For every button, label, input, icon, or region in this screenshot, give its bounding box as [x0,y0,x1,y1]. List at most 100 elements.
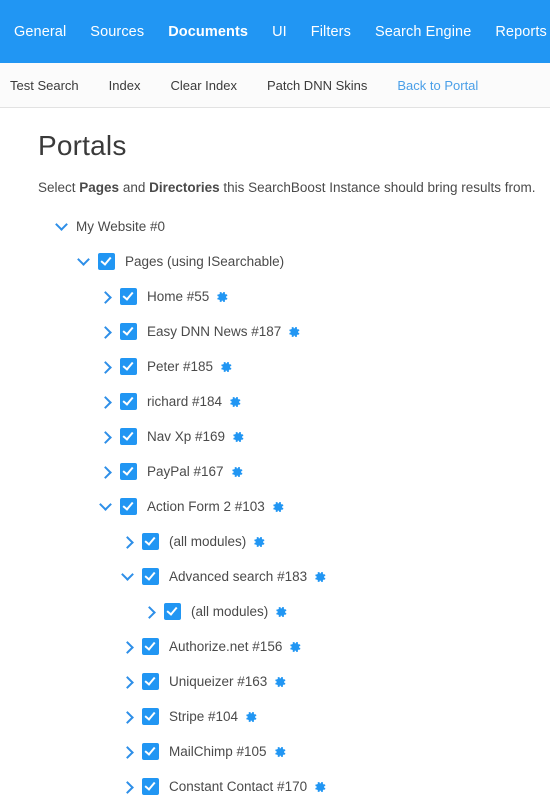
tree-node[interactable]: Pages (using ISearchable) [38,244,532,279]
tree-node-label: Constant Contact #170 [169,779,308,794]
chevron-right-icon[interactable] [100,465,114,479]
chevron-right-icon[interactable] [144,605,158,619]
tree-node-checkbox[interactable] [98,253,115,270]
chevron-down-icon[interactable] [56,220,70,234]
nav-item-ui[interactable]: UI [272,24,287,40]
nav-item-reports[interactable]: Reports [495,24,546,40]
tree-node-label: (all modules) [169,534,247,549]
tree-node-label: richard #184 [147,394,223,409]
tree-node-label: Stripe #104 [169,709,239,724]
tree-node-checkbox[interactable] [164,603,181,620]
tree-node-label: Easy DNN News #187 [147,324,282,339]
toolbar-item-clear-index[interactable]: Clear Index [170,78,236,93]
tree-node-label: Pages (using ISearchable) [125,254,285,269]
gear-icon[interactable] [273,745,287,759]
tree-node-checkbox[interactable] [142,673,159,690]
tree-node[interactable]: Action Form 2 #103 [38,489,532,524]
tree-node-label: Peter #185 [147,359,214,374]
chevron-right-icon[interactable] [122,745,136,759]
gear-icon[interactable] [287,325,301,339]
chevron-right-icon[interactable] [122,780,136,794]
tree-node-label: Uniqueizer #163 [169,674,268,689]
gear-icon[interactable] [215,290,229,304]
tree-node-checkbox[interactable] [142,708,159,725]
tree-node-label: MailChimp #105 [169,744,267,759]
tree-node-checkbox[interactable] [142,533,159,550]
tree-node-label: PayPal #167 [147,464,224,479]
tree-node[interactable]: Stripe #104 [38,699,532,734]
gear-icon[interactable] [219,360,233,374]
nav-item-search-engine[interactable]: Search Engine [375,24,471,40]
chevron-right-icon[interactable] [122,675,136,689]
tree-node-checkbox[interactable] [142,778,159,795]
tree-node-checkbox[interactable] [142,568,159,585]
tree-node-checkbox[interactable] [120,428,137,445]
tree-node-checkbox[interactable] [120,393,137,410]
gear-icon[interactable] [228,395,242,409]
tree-node-label: Authorize.net #156 [169,639,283,654]
chevron-right-icon[interactable] [122,640,136,654]
tree-node-checkbox[interactable] [120,358,137,375]
nav-item-general[interactable]: General [14,24,66,40]
tree-node-checkbox[interactable] [120,463,137,480]
page-description-part: Select [38,180,80,195]
chevron-right-icon[interactable] [100,325,114,339]
nav-item-filters[interactable]: Filters [311,24,351,40]
gear-icon[interactable] [274,605,288,619]
gear-icon[interactable] [273,675,287,689]
page-description-part: this SearchBoost Instance should bring r… [219,180,536,195]
content-area: Portals Select Pages and Directories thi… [0,108,550,804]
page-description-part: Directories [149,180,220,195]
tree-node[interactable]: Peter #185 [38,349,532,384]
chevron-down-icon[interactable] [122,570,136,584]
chevron-right-icon[interactable] [100,395,114,409]
tree-node[interactable]: Home #55 [38,279,532,314]
gear-icon[interactable] [244,710,258,724]
gear-icon[interactable] [231,430,245,444]
gear-icon[interactable] [252,535,266,549]
toolbar-item-patch-dnn-skins[interactable]: Patch DNN Skins [267,78,367,93]
tree-node[interactable]: Advanced search #183 [38,559,532,594]
chevron-down-icon[interactable] [78,255,92,269]
gear-icon[interactable] [313,570,327,584]
tree-node-label: Home #55 [147,289,210,304]
primary-navbar: General Sources Documents UI Filters Search E… [0,0,550,63]
tree-node[interactable]: richard #184 [38,384,532,419]
tree-node-checkbox[interactable] [120,288,137,305]
tree-node[interactable]: (all modules) [38,594,532,629]
tree-node[interactable]: Nav Xp #169 [38,419,532,454]
nav-item-documents[interactable]: Documents [168,24,248,40]
chevron-down-icon[interactable] [100,500,114,514]
portals-tree: My Website #0 Pages (using ISearchable) Ho… [38,209,532,804]
tree-node-checkbox[interactable] [142,638,159,655]
gear-icon[interactable] [271,500,285,514]
chevron-right-icon[interactable] [122,535,136,549]
chevron-right-icon[interactable] [100,360,114,374]
tree-node[interactable]: Authorize.net #156 [38,629,532,664]
gear-icon[interactable] [313,780,327,794]
tree-node[interactable]: My Website #0 [38,209,532,244]
page-description-part: and [119,180,150,195]
tree-node-checkbox[interactable] [120,323,137,340]
toolbar-item-back-to-portal[interactable]: Back to Portal [397,78,478,93]
tree-node[interactable]: Uniqueizer #163 [38,664,532,699]
toolbar-item-index[interactable]: Index [109,78,141,93]
tree-node-label: My Website #0 [76,219,166,234]
page-description-part: Pages [79,180,120,195]
tree-node-checkbox[interactable] [120,498,137,515]
secondary-toolbar: Test Search Index Clear Index Patch DNN Ski… [0,63,550,108]
tree-node[interactable]: Easy DNN News #187 [38,314,532,349]
chevron-right-icon[interactable] [122,710,136,724]
gear-icon[interactable] [288,640,302,654]
tree-node[interactable]: (all modules) [38,524,532,559]
tree-node[interactable]: Constant Contact #170 [38,769,532,804]
toolbar-item-test-search[interactable]: Test Search [10,78,79,93]
gear-icon[interactable] [230,465,244,479]
chevron-right-icon[interactable] [100,290,114,304]
chevron-right-icon[interactable] [100,430,114,444]
tree-node-checkbox[interactable] [142,743,159,760]
tree-node-label: Nav Xp #169 [147,429,226,444]
nav-item-sources[interactable]: Sources [90,24,144,40]
tree-node[interactable]: MailChimp #105 [38,734,532,769]
tree-node[interactable]: PayPal #167 [38,454,532,489]
